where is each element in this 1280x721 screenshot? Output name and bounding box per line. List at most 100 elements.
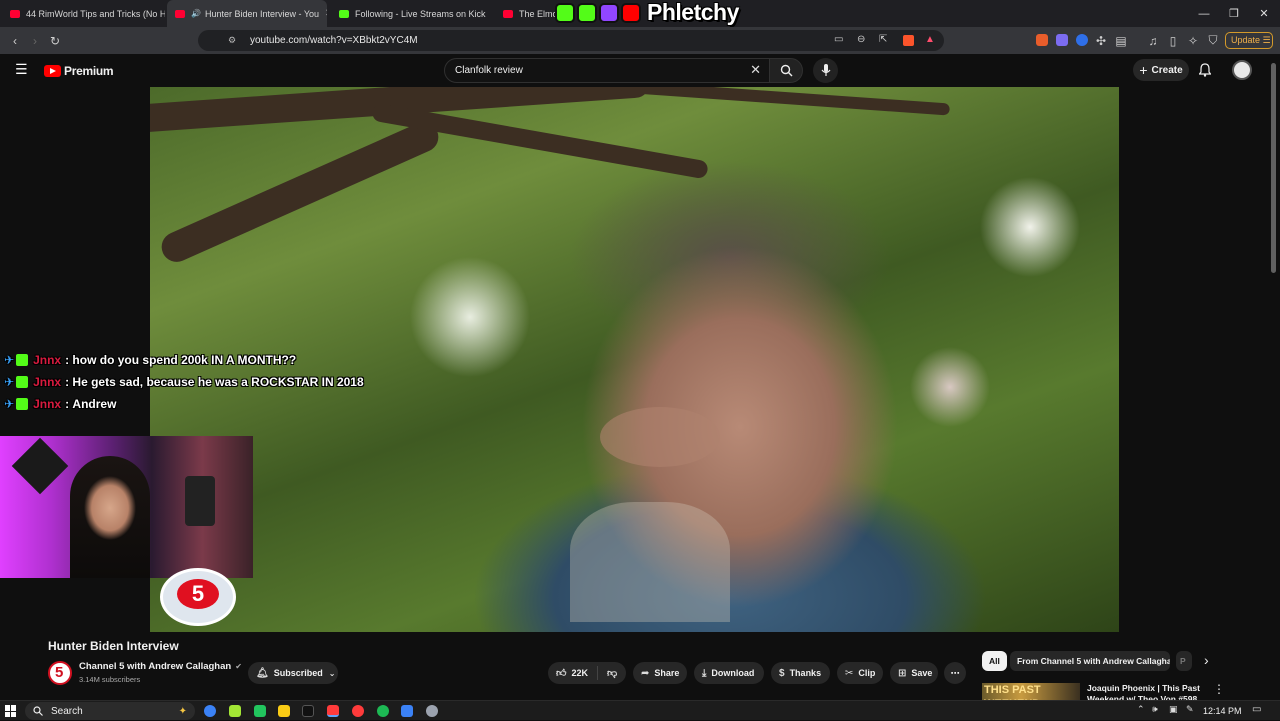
address-bar[interactable]: ⚙ youtube.com/watch?v=XBbkt2vYC4M ▭ ⊖ ⇱ … [198, 30, 944, 51]
copilot-app-icon[interactable] [204, 705, 216, 717]
kick-badge-icon [16, 376, 29, 388]
vpn-icon[interactable]: ⛉ [1202, 27, 1224, 54]
microphone-icon [821, 64, 830, 76]
tab-label: Following - Live Streams on Kick [355, 8, 486, 19]
shirt-collar [570, 502, 730, 622]
tab-rimworld[interactable]: 44 RimWorld Tips and Tricks (No Ha [2, 0, 165, 27]
search-icon [33, 706, 43, 716]
search-query[interactable]: Clanfolk review [455, 59, 523, 83]
tab-label: Hunter Biden Interview - You [204, 8, 320, 19]
tab-hunter-biden[interactable]: 🔊 Hunter Biden Interview - You ✕ [167, 0, 327, 27]
reading-list-icon[interactable]: ▤ [1110, 27, 1132, 54]
download-button[interactable]: ⤓ Download [694, 662, 764, 684]
zoom-icon[interactable]: ⊖ [857, 34, 865, 45]
tab-label: 44 RimWorld Tips and Tricks (No Ha [26, 8, 165, 19]
tab-kick-following[interactable]: Following - Live Streams on Kick [331, 0, 491, 27]
clip-button[interactable]: ✂ Clip [837, 662, 883, 684]
brave-rewards-icon[interactable]: ▲ [925, 34, 935, 45]
youtube-premium-logo[interactable]: Premium [44, 64, 114, 78]
restore-icon[interactable]: ❐ [1218, 0, 1250, 27]
youtube-favicon-icon [175, 9, 185, 18]
recommendation-menu-icon[interactable]: ⋮ [1213, 682, 1225, 696]
chip-scroll-right-icon[interactable]: › [1204, 652, 1209, 668]
cast-icon[interactable]: ▭ [834, 34, 843, 45]
back-icon[interactable]: ‹ [4, 27, 26, 54]
chip-all[interactable]: All [982, 651, 1007, 671]
tab-close-icon[interactable]: ✕ [319, 8, 327, 19]
create-button[interactable]: + Create [1133, 59, 1189, 81]
share-label: Share [654, 668, 680, 678]
extension-icon[interactable] [1076, 34, 1088, 46]
taskbar-app-icon[interactable] [426, 705, 438, 717]
chat-text: Andrew [72, 397, 117, 411]
chat-username: Jnnx [33, 375, 62, 389]
twitch-logo-icon [599, 2, 619, 23]
dislike-icon[interactable]: 👎︎ [607, 667, 617, 679]
leo-ai-icon[interactable]: ✧ [1182, 27, 1204, 54]
sidebar-toggle-icon[interactable]: ▯ [1162, 27, 1184, 54]
chat-message: ✈ Jnnx: He gets sad, because he was a RO… [4, 375, 364, 389]
share-button[interactable]: ➦ Share [633, 662, 687, 684]
search-input[interactable]: Clanfolk review ✕ [444, 58, 770, 83]
subscribed-button[interactable]: 🔔︎ Subscribed ⌄ [248, 662, 338, 684]
media-controls-icon[interactable]: ♫ [1142, 27, 1164, 54]
taskbar-app-icon[interactable] [254, 705, 266, 717]
page-scrollbar[interactable] [1271, 63, 1276, 273]
windows-taskbar: Search ✦ ⌃ 🕪︎ ▣ ✎ 12:14 PM ▭ [0, 700, 1280, 720]
chip-partial[interactable]: P [1176, 651, 1192, 671]
thanks-button[interactable]: $ Thanks [771, 662, 830, 684]
volume-icon[interactable]: 🕪︎ [1152, 704, 1158, 715]
save-button[interactable]: ⊞ Save [890, 662, 938, 684]
channel-avatar[interactable] [48, 661, 72, 685]
site-info-icon[interactable]: ⚙ [228, 35, 236, 46]
chat-username: Jnnx [33, 353, 62, 367]
audio-playing-icon[interactable]: 🔊 [191, 9, 201, 18]
like-icon[interactable]: 👍︎ [556, 667, 566, 679]
browser-toolbar: ‹ › ↻ ⌑ ⚙ youtube.com/watch?v=XBbkt2vYC4… [0, 27, 1280, 54]
file-explorer-icon[interactable] [278, 705, 290, 717]
window-close-icon[interactable]: ✕ [1248, 0, 1280, 27]
search-button[interactable] [769, 58, 803, 83]
chat-username: Jnnx [33, 397, 62, 411]
more-actions-button[interactable]: ⋯ [944, 662, 966, 684]
channel-name[interactable]: Channel 5 with Andrew Callaghan [79, 661, 231, 672]
url-text[interactable]: youtube.com/watch?v=XBbkt2vYC4M [250, 30, 418, 51]
extension-icon[interactable] [1056, 34, 1068, 46]
minimize-icon[interactable]: — [1188, 0, 1220, 27]
tray-overflow-icon[interactable]: ⌃ [1137, 704, 1145, 715]
taskbar-search[interactable]: Search ✦ [25, 702, 195, 720]
taskbar-app-icon[interactable] [229, 705, 241, 717]
taskbar-app-icon[interactable] [352, 705, 364, 717]
forward-icon[interactable]: › [24, 27, 46, 54]
notifications-center-icon[interactable]: ▭ [1252, 704, 1261, 715]
notifications-bell-icon[interactable] [1198, 63, 1212, 82]
tab-elmo[interactable]: The Elmo S [495, 0, 555, 27]
pen-icon[interactable]: ✎ [1186, 704, 1194, 715]
verified-badge-icon: ✈ [4, 397, 15, 411]
download-icon: ⤓ [702, 667, 707, 679]
reload-icon[interactable]: ↻ [44, 27, 66, 54]
search-highlight-icon: ✦ [178, 705, 187, 717]
steam-icon[interactable] [401, 705, 413, 717]
spotify-icon[interactable] [377, 705, 389, 717]
network-icon[interactable]: ▣ [1169, 704, 1178, 715]
update-button[interactable]: Update ☰ [1225, 32, 1273, 49]
voice-search-button[interactable] [813, 58, 838, 83]
like-count[interactable]: 22K [571, 668, 588, 678]
channel-name-row[interactable]: Channel 5 with Andrew Callaghan ✔ [79, 661, 242, 672]
brave-browser-icon[interactable] [327, 705, 339, 717]
speaker [185, 476, 215, 526]
stream-overlay-logo: Phletchy [555, 0, 739, 25]
clear-search-icon[interactable]: ✕ [750, 62, 761, 78]
extension-icon[interactable] [1036, 34, 1048, 46]
account-avatar[interactable] [1232, 60, 1252, 80]
taskbar-clock[interactable]: 12:14 PM [1203, 701, 1242, 721]
hamburger-menu-icon[interactable]: ☰ [15, 61, 28, 78]
taskbar-app-icon[interactable] [302, 705, 314, 717]
windows-start-icon[interactable] [5, 705, 17, 717]
channel5-watermark: 5 [160, 568, 236, 626]
chip-from-channel[interactable]: From Channel 5 with Andrew Callaghan [1010, 651, 1170, 671]
share-page-icon[interactable]: ⇱ [879, 34, 887, 45]
brave-shields-icon[interactable] [903, 35, 914, 46]
extensions-puzzle-icon[interactable]: ✣ [1090, 27, 1112, 54]
